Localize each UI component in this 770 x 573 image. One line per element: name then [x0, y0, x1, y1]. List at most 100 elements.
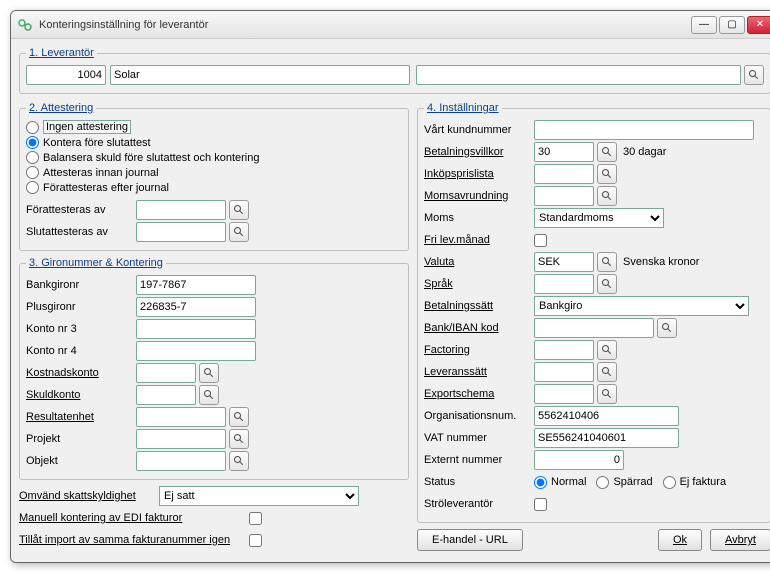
omvand-label: Omvänd skattskyldighet — [19, 490, 159, 502]
frilev-label: Fri lev.månad — [424, 234, 534, 246]
plusgiro-input[interactable] — [136, 297, 256, 317]
projekt-label: Projekt — [26, 433, 136, 445]
valuta-label: Valuta — [424, 256, 534, 268]
manuell-checkbox[interactable] — [249, 512, 262, 525]
prislista-input[interactable] — [534, 164, 594, 184]
leverantor-lookup-button[interactable] — [744, 65, 764, 85]
levsatt-input[interactable] — [534, 362, 594, 382]
group-installningar-legend: 4. Inställningar — [424, 102, 502, 114]
radio-kontera-fore-input[interactable] — [26, 136, 39, 149]
tillat-checkbox[interactable] — [249, 534, 262, 547]
radio-kontera-fore-label: Kontera före slutattest — [43, 137, 151, 149]
konto4-label: Konto nr 4 — [26, 345, 136, 357]
radio-balansera-input[interactable] — [26, 151, 39, 164]
radio-balansera[interactable]: Balansera skuld före slutattest och kont… — [26, 151, 402, 164]
resultatenhet-lookup-button[interactable] — [229, 407, 249, 427]
bankgiro-input[interactable] — [136, 275, 256, 295]
forattesteras-input[interactable] — [136, 200, 226, 220]
prislista-lookup-button[interactable] — [597, 164, 617, 184]
factoring-label: Factoring — [424, 344, 534, 356]
sprak-lookup-button[interactable] — [597, 274, 617, 294]
group-leverantor-legend: 1. Leverantör — [26, 47, 97, 59]
radio-kontera-fore[interactable]: Kontera före slutattest — [26, 136, 402, 149]
app-icon — [17, 17, 33, 33]
extnum-label: Externt nummer — [424, 454, 534, 466]
radio-status-sparrad[interactable]: Spärrad — [596, 476, 652, 489]
betvillkor-lookup-button[interactable] — [597, 142, 617, 162]
projekt-input[interactable] — [136, 429, 226, 449]
valuta-desc: Svenska kronor — [623, 256, 699, 268]
vat-input[interactable] — [534, 428, 679, 448]
skuldkonto-label: Skuldkonto — [26, 389, 136, 401]
konto4-input[interactable] — [136, 341, 256, 361]
frilev-checkbox[interactable] — [534, 234, 547, 247]
window-minimize-button[interactable]: — — [691, 16, 717, 34]
export-lookup-button[interactable] — [597, 384, 617, 404]
leverantor-name-input[interactable] — [110, 65, 410, 85]
leverantor-extra-input[interactable] — [416, 65, 741, 85]
group-leverantor: 1. Leverantör — [19, 47, 770, 94]
kostnadskonto-lookup-button[interactable] — [199, 363, 219, 383]
skuldkonto-input[interactable] — [136, 385, 196, 405]
resultatenhet-input[interactable] — [136, 407, 226, 427]
leverantor-id-input[interactable] — [26, 65, 106, 85]
konto3-input[interactable] — [136, 319, 256, 339]
radio-innan-journal-input[interactable] — [26, 166, 39, 179]
slutattesteras-lookup-button[interactable] — [229, 222, 249, 242]
forattesteras-lookup-button[interactable] — [229, 200, 249, 220]
sprak-input[interactable] — [534, 274, 594, 294]
resultatenhet-label: Resultatenhet — [26, 411, 136, 423]
betvillkor-desc: 30 dagar — [623, 146, 666, 158]
betsatt-select[interactable]: Bankgiro — [534, 296, 749, 316]
cancel-button[interactable]: Avbryt — [710, 529, 770, 551]
window-title: Konteringsinställning för leverantör — [39, 19, 689, 31]
bankiban-lookup-button[interactable] — [657, 318, 677, 338]
radio-balansera-label: Balansera skuld före slutattest och kont… — [43, 152, 259, 164]
radio-ingen-attestering-label: Ingen attestering — [43, 120, 131, 134]
omvand-select[interactable]: Ej satt — [159, 486, 359, 506]
skuldkonto-lookup-button[interactable] — [199, 385, 219, 405]
kostnadskonto-input[interactable] — [136, 363, 196, 383]
bankiban-label: Bank/IBAN kod — [424, 322, 534, 334]
betsatt-label: Betalningssätt — [424, 300, 534, 312]
moms-select[interactable]: Standardmoms — [534, 208, 664, 228]
factoring-input[interactable] — [534, 340, 594, 360]
kundnr-label: Vårt kundnummer — [424, 124, 534, 136]
radio-ingen-attestering-input[interactable] — [26, 121, 39, 134]
extnum-input[interactable] — [534, 450, 624, 470]
objekt-input[interactable] — [136, 451, 226, 471]
momsavr-input[interactable] — [534, 186, 594, 206]
window-close-button[interactable]: ✕ — [747, 16, 770, 34]
radio-status-ejfaktura[interactable]: Ej faktura — [663, 476, 726, 489]
kundnr-input[interactable] — [534, 120, 754, 140]
betvillkor-input[interactable] — [534, 142, 594, 162]
radio-efter-journal-input[interactable] — [26, 181, 39, 194]
status-label: Status — [424, 476, 534, 488]
radio-innan-journal[interactable]: Attesteras innan journal — [26, 166, 402, 179]
valuta-input[interactable] — [534, 252, 594, 272]
projekt-lookup-button[interactable] — [229, 429, 249, 449]
ehandel-button[interactable]: E-handel - URL — [417, 529, 523, 551]
konto3-label: Konto nr 3 — [26, 323, 136, 335]
radio-efter-journal[interactable]: Förattesteras efter journal — [26, 181, 402, 194]
radio-status-normal[interactable]: Normal — [534, 476, 586, 489]
objekt-lookup-button[interactable] — [229, 451, 249, 471]
betvillkor-label: Betalningsvillkor — [424, 146, 534, 158]
slutattesteras-input[interactable] — [136, 222, 226, 242]
levsatt-lookup-button[interactable] — [597, 362, 617, 382]
valuta-lookup-button[interactable] — [597, 252, 617, 272]
kostnadskonto-label: Kostnadskonto — [26, 367, 136, 379]
factoring-lookup-button[interactable] — [597, 340, 617, 360]
manuell-label: Manuell kontering av EDI fakturor — [19, 512, 249, 524]
ok-button[interactable]: Ok — [658, 529, 702, 551]
radio-ingen-attestering[interactable]: Ingen attestering — [26, 120, 402, 134]
momsavr-lookup-button[interactable] — [597, 186, 617, 206]
strolev-checkbox[interactable] — [534, 498, 547, 511]
export-input[interactable] — [534, 384, 594, 404]
window-maximize-button[interactable]: ▢ — [719, 16, 745, 34]
forattesteras-label: Förattesteras av — [26, 204, 136, 216]
vat-label: VAT nummer — [424, 432, 534, 444]
levsatt-label: Leveranssätt — [424, 366, 534, 378]
bankiban-input[interactable] — [534, 318, 654, 338]
orgnum-input[interactable] — [534, 406, 679, 426]
